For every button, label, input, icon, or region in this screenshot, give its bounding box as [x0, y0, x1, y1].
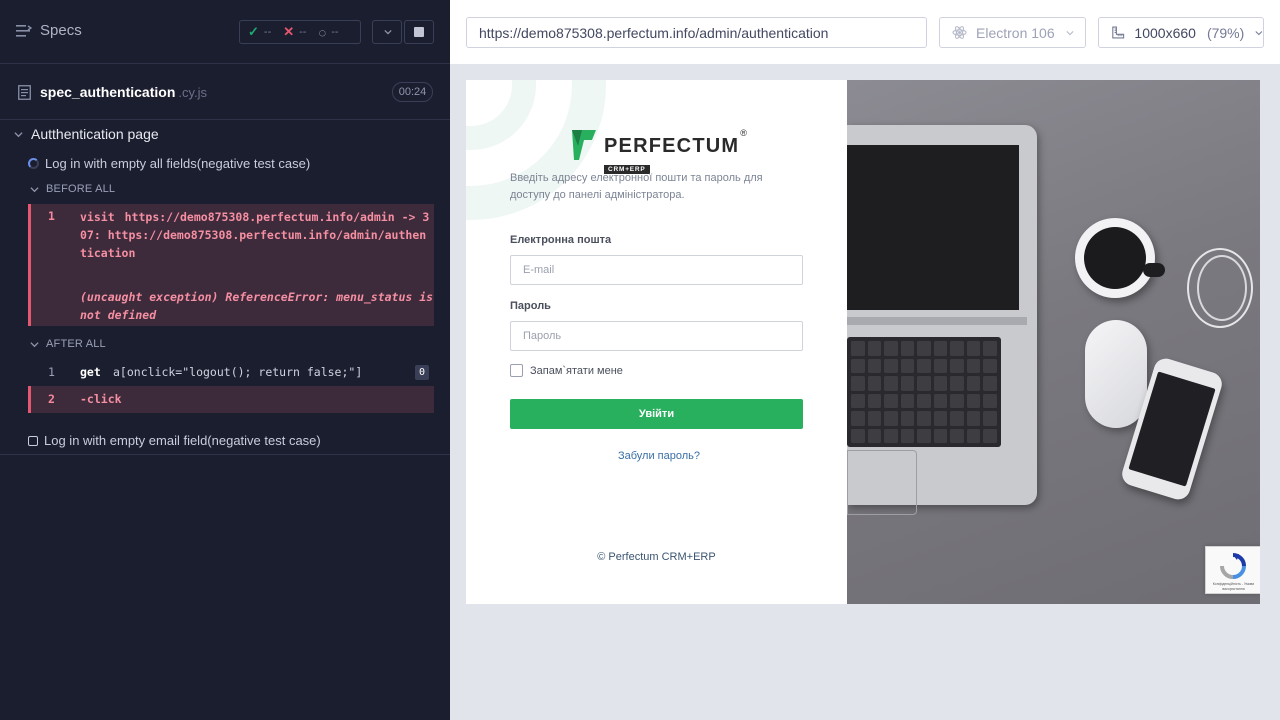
chevron-down-icon — [14, 131, 23, 137]
login-intro: Введіть адресу електронної пошти та паро… — [510, 172, 763, 201]
command-number: 2 — [48, 392, 55, 406]
laptop-trackpad — [847, 450, 917, 515]
login-button[interactable]: Увійти — [510, 399, 803, 429]
hook-label: BEFORE ALL — [46, 183, 116, 195]
ruler-icon — [1112, 26, 1125, 39]
email-label: Електронна пошта — [510, 234, 612, 246]
recaptcha-badge[interactable]: Конфіденційність - Умови використання — [1205, 546, 1260, 594]
password-label: Пароль — [510, 300, 551, 312]
earphone-cable — [1197, 255, 1247, 321]
laptop-image — [847, 125, 1037, 515]
specs-toggle-button[interactable]: Specs — [16, 22, 82, 39]
perfectum-logo: PERFECTUM CRM+ERP ® — [570, 126, 747, 176]
test-stats: ✓ -- ✕ -- ◌ -- — [239, 20, 361, 44]
password-input[interactable] — [510, 321, 803, 351]
cup-handle — [1143, 263, 1165, 277]
command-number: 1 — [48, 209, 55, 223]
coffee — [1084, 227, 1146, 289]
divider — [0, 454, 450, 455]
chevron-down-icon — [30, 186, 39, 192]
mouse-image — [1085, 320, 1147, 428]
list-icon — [16, 24, 32, 37]
hook-after-all[interactable]: AFTER ALL — [30, 338, 106, 350]
copyright: © Perfectum CRM+ERP — [597, 551, 716, 563]
viewport-size: 1000x660 — [1134, 24, 1196, 41]
failed-count: -- — [299, 26, 307, 38]
failed-stat: ✕ -- — [283, 24, 306, 40]
laptop-screen — [847, 145, 1019, 310]
pending-count: -- — [331, 26, 339, 38]
suite-title[interactable]: Autthentication page — [14, 126, 159, 142]
remember-me[interactable]: Запам`ятати мене — [510, 364, 623, 377]
aut-header: https://demo875308.perfectum.info/admin/… — [450, 0, 1280, 64]
forgot-password-link[interactable]: Забули пароль? — [466, 450, 847, 462]
test-title-text: Log in with empty all fields(negative te… — [45, 156, 311, 171]
chevron-down-icon — [384, 29, 392, 35]
registered-mark: ® — [740, 128, 747, 138]
element-count-badge: 0 — [415, 365, 429, 380]
viewport-select[interactable]: 1000x660 (79%) — [1098, 17, 1264, 48]
command-line: visit https://demo875308.perfectum.info/a… — [80, 208, 432, 262]
recaptcha-icon — [1220, 553, 1246, 579]
reporter-header: Specs ✓ -- ✕ -- ◌ -- — [0, 0, 450, 64]
command-message: https://demo875308.perfectum.info/admin … — [80, 210, 430, 260]
document-icon — [18, 84, 31, 100]
stop-icon — [414, 27, 424, 37]
login-column: PERFECTUM CRM+ERP ® Введіть адресу елект… — [466, 80, 847, 604]
viewport-scale: (79%) — [1206, 24, 1245, 41]
recaptcha-text: Конфіденційність - Умови використання — [1212, 582, 1255, 591]
passed-stat: ✓ -- — [248, 24, 271, 40]
pending-stat: ◌ -- — [318, 25, 338, 40]
chevron-down-icon — [1255, 30, 1263, 35]
electron-icon — [952, 26, 967, 39]
passed-count: -- — [263, 26, 272, 38]
brand-name: PERFECTUM — [604, 135, 740, 157]
hook-label: AFTER ALL — [46, 338, 106, 350]
command-message: a[onclick="logout(); return false;"] — [113, 365, 363, 379]
browser-select[interactable]: Electron 106 — [939, 17, 1086, 48]
command-click[interactable]: 2 -click — [28, 386, 434, 413]
test-title-pending[interactable]: Log in with empty email field(negative t… — [28, 433, 321, 448]
coffee-cup-image — [1075, 218, 1155, 298]
command-name: visit — [80, 210, 115, 224]
laptop-keyboard — [847, 337, 1001, 447]
command-number: 1 — [48, 365, 55, 379]
pending-icon: ◌ — [318, 24, 327, 40]
hero-photo — [847, 80, 1260, 604]
auto-scroll-button[interactable] — [372, 20, 402, 44]
aut-page: PERFECTUM CRM+ERP ® Введіть адресу елект… — [466, 80, 1260, 604]
running-spinner-icon — [28, 158, 39, 169]
pending-square-icon — [28, 435, 38, 446]
command-visit[interactable]: 1 visit https://demo875308.perfectum.info… — [28, 204, 434, 326]
spec-file-ext: .cy.js — [178, 84, 208, 100]
check-icon: ✓ — [248, 24, 259, 39]
email-input[interactable] — [510, 255, 803, 285]
stop-button[interactable] — [404, 20, 434, 44]
spec-duration: 00:24 — [392, 82, 433, 102]
chevron-down-icon — [1066, 30, 1074, 35]
command-name: get — [80, 365, 101, 379]
command-get[interactable]: 1 get a[onclick="logout(); return false;… — [28, 360, 434, 384]
reporter-panel: Specs ✓ -- ✕ -- ◌ -- spec_authentication .c… — [0, 0, 450, 720]
test-title-text: Log in with empty email field(negative t… — [44, 433, 321, 448]
laptop-hinge — [847, 317, 1027, 325]
hook-before-all[interactable]: BEFORE ALL — [30, 183, 115, 195]
spec-file[interactable]: spec_authentication .cy.js — [18, 84, 207, 100]
spec-file-name: spec_authentication — [40, 84, 176, 100]
specs-label: Specs — [40, 22, 82, 39]
command-name: -click — [80, 392, 122, 406]
browser-name: Electron 106 — [976, 24, 1055, 41]
x-icon: ✕ — [283, 24, 295, 39]
command-error: (uncaught exception) ReferenceError: men… — [80, 290, 434, 322]
logo-mark-icon — [572, 130, 596, 160]
suite-title-text: Autthentication page — [31, 126, 159, 142]
test-title-running[interactable]: Log in with empty all fields(negative te… — [28, 156, 310, 171]
url-bar[interactable]: https://demo875308.perfectum.info/admin/… — [466, 17, 927, 48]
spec-file-row: spec_authentication .cy.js 00:24 — [0, 64, 450, 120]
remember-label: Запам`ятати мене — [530, 364, 623, 377]
chevron-down-icon — [30, 341, 39, 347]
remember-checkbox[interactable] — [510, 364, 523, 377]
